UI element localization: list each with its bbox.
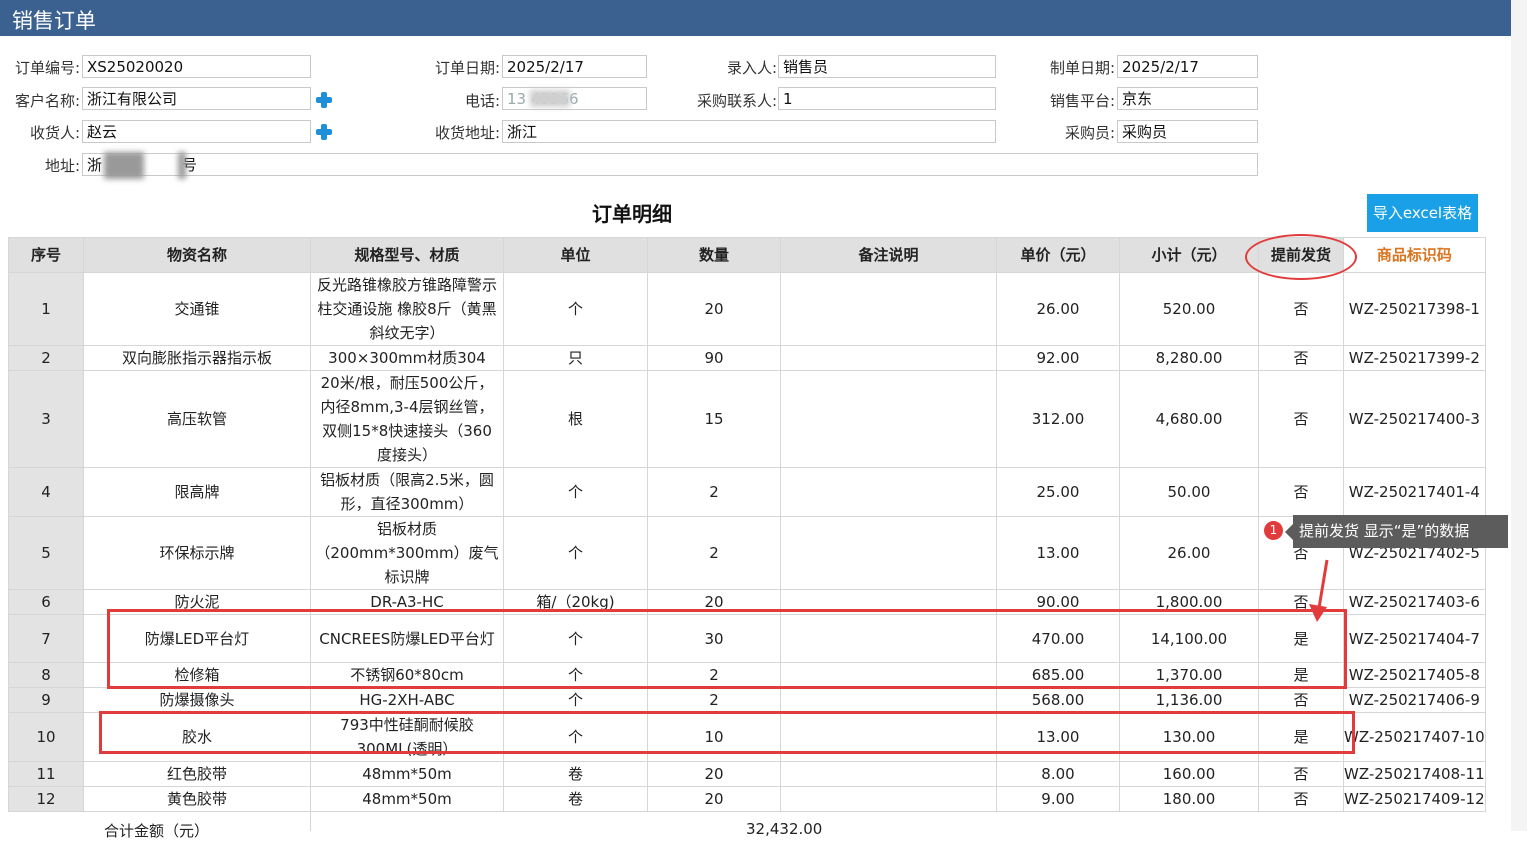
annotation-badge: 1	[1264, 521, 1283, 540]
annotation-arrow-icon	[1309, 559, 1329, 622]
annotation-tooltip: 提前发货 显示“是”的数据	[1285, 515, 1508, 548]
